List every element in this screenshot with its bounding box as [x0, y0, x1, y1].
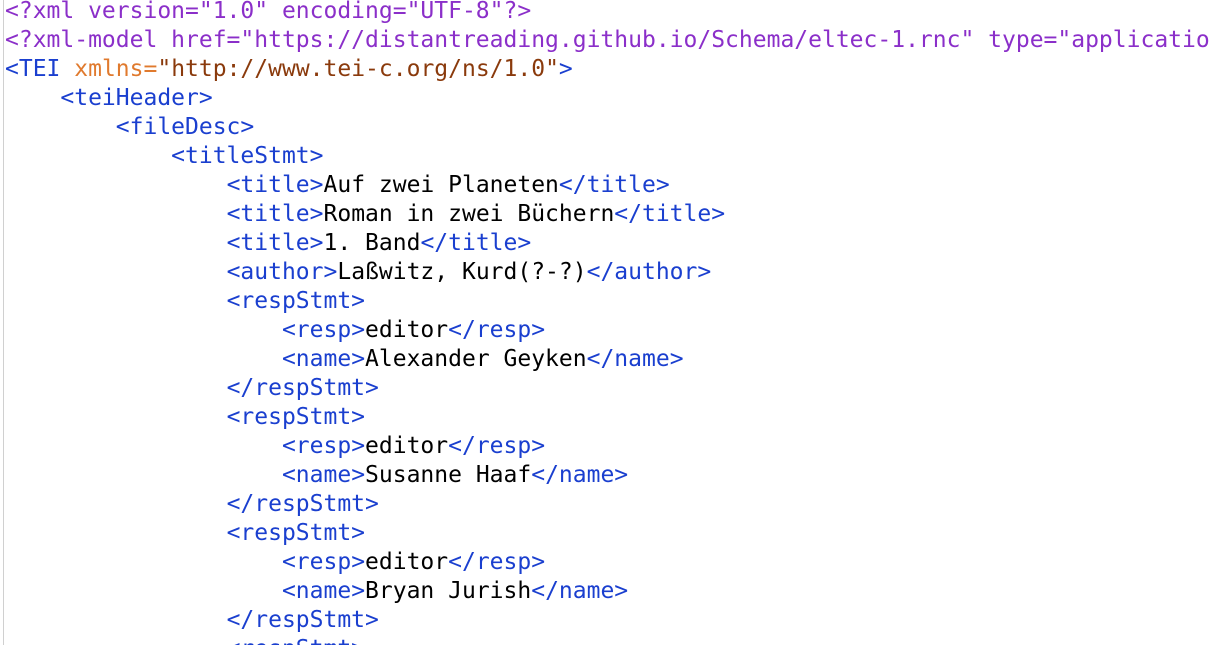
xml-tag: </title> [558, 172, 670, 198]
xml-tag: </name> [531, 578, 629, 604]
xml-tag: <title> [226, 201, 324, 227]
text-content [5, 230, 227, 256]
xml-tag: </respStmt> [226, 607, 379, 633]
code-line[interactable]: <respStmt> [5, 635, 1210, 645]
text-content: Alexander Geyken [365, 346, 587, 372]
text-content [5, 375, 227, 401]
text-content [5, 491, 227, 517]
processing-instruction: <?xml-model href="https://distantreading… [5, 27, 1210, 53]
xml-tag: <resp> [281, 317, 366, 343]
xml-tag: <resp> [281, 433, 366, 459]
xml-tag: <titleStmt> [171, 143, 324, 169]
code-line[interactable]: <TEI xmlns="http://www.tei-c.org/ns/1.0"… [5, 55, 1210, 84]
code-line[interactable]: </respStmt> [5, 374, 1210, 403]
xml-tag: </name> [531, 462, 629, 488]
text-content [5, 578, 282, 604]
xml-tag: <title> [226, 172, 324, 198]
code-line[interactable]: <resp>editor</resp> [5, 548, 1210, 577]
xml-tag: <title> [226, 230, 324, 256]
text-content: Auf zwei Planeten [323, 172, 559, 198]
code-area[interactable]: <?xml version="1.0" encoding="UTF-8"?> <?… [5, 0, 1210, 645]
xml-tag: <respStmt> [226, 288, 366, 314]
text-content: Bryan Jurish [365, 578, 532, 604]
text-content [5, 462, 282, 488]
text-content [5, 114, 116, 140]
code-line[interactable]: <name>Alexander Geyken</name> [5, 345, 1210, 374]
processing-instruction: <?xml version="1.0" encoding="UTF-8"?> [5, 0, 532, 24]
text-content: Roman in zwei Büchern [323, 201, 615, 227]
text-content [5, 317, 282, 343]
xml-tag: </respStmt> [226, 491, 379, 517]
text-content: editor [365, 433, 449, 459]
text-content [5, 201, 227, 227]
code-line[interactable]: <title>Roman in zwei Büchern</title> [5, 200, 1210, 229]
attribute-name: xmlns= [74, 56, 158, 82]
attribute-value: "http://www.tei-c.org/ns/1.0" [157, 56, 559, 82]
code-line[interactable]: <respStmt> [5, 403, 1210, 432]
xml-tag: <name> [281, 346, 366, 372]
code-line[interactable]: <titleStmt> [5, 142, 1210, 171]
xml-tag: <TEI [5, 56, 75, 82]
text-content [5, 549, 282, 575]
text-content [5, 288, 227, 314]
code-line[interactable]: <teiHeader> [5, 84, 1210, 113]
text-content: 1. Band [323, 230, 421, 256]
xml-tag: <resp> [281, 549, 366, 575]
code-line[interactable]: <resp>editor</resp> [5, 432, 1210, 461]
xml-tag: </resp> [448, 433, 546, 459]
xml-editor[interactable]: <?xml version="1.0" encoding="UTF-8"?> <?… [0, 0, 1221, 645]
xml-tag: <author> [226, 259, 338, 285]
text-content: editor [365, 549, 449, 575]
text-content: Susanne Haaf [365, 462, 532, 488]
code-line[interactable]: <?xml version="1.0" encoding="UTF-8"?> [5, 0, 1210, 26]
text-content: Laßwitz, Kurd(?-?) [337, 259, 587, 285]
xml-tag: <respStmt> [226, 520, 366, 546]
text-content [5, 346, 282, 372]
code-line[interactable]: <author>Laßwitz, Kurd(?-?)</author> [5, 258, 1210, 287]
code-line[interactable]: <title>1. Band</title> [5, 229, 1210, 258]
xml-tag: </name> [586, 346, 684, 372]
xml-tag: </resp> [448, 549, 546, 575]
text-content [5, 404, 227, 430]
text-content: editor [365, 317, 449, 343]
xml-tag: </resp> [448, 317, 546, 343]
code-line[interactable]: </respStmt> [5, 490, 1210, 519]
code-line[interactable]: <fileDesc> [5, 113, 1210, 142]
text-content [5, 259, 227, 285]
xml-tag: <name> [281, 578, 366, 604]
text-content [5, 607, 227, 633]
xml-tag: </respStmt> [226, 375, 379, 401]
editor-left-border [3, 0, 4, 645]
xml-tag: > [558, 56, 573, 82]
code-line[interactable]: <respStmt> [5, 519, 1210, 548]
xml-tag: <fileDesc> [115, 114, 255, 140]
text-content [5, 520, 227, 546]
xml-tag: <teiHeader> [60, 85, 213, 111]
xml-tag: <respStmt> [226, 404, 366, 430]
text-content [5, 433, 282, 459]
xml-tag: </title> [614, 201, 726, 227]
code-line[interactable]: </respStmt> [5, 606, 1210, 635]
code-line[interactable]: <?xml-model href="https://distantreading… [5, 26, 1210, 55]
xml-tag: </title> [420, 230, 532, 256]
xml-tag: </author> [586, 259, 712, 285]
text-content [5, 85, 60, 111]
text-content [5, 172, 227, 198]
text-content [5, 143, 171, 169]
xml-tag: <respStmt> [227, 636, 365, 645]
code-line[interactable]: <respStmt> [5, 287, 1210, 316]
code-line[interactable]: <name>Susanne Haaf</name> [5, 461, 1210, 490]
code-line[interactable]: <name>Bryan Jurish</name> [5, 577, 1210, 606]
code-line[interactable]: <resp>editor</resp> [5, 316, 1210, 345]
text-content [5, 636, 227, 645]
code-line[interactable]: <title>Auf zwei Planeten</title> [5, 171, 1210, 200]
xml-tag: <name> [281, 462, 366, 488]
